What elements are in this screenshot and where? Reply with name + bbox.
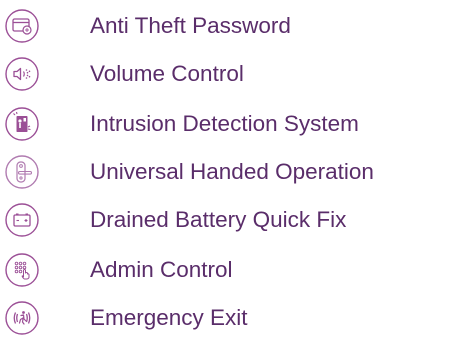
feature-label: Intrusion Detection System — [90, 111, 359, 136]
feature-label: Anti Theft Password — [90, 13, 291, 38]
password-card-icon — [4, 8, 40, 44]
feature-item-universal-handed: Universal Handed Operation — [0, 152, 459, 192]
feature-item-volume-control: Volume Control — [0, 54, 459, 94]
feature-list: Anti Theft Password Volume Control Intru… — [0, 0, 459, 338]
feature-item-emergency-exit: Emergency Exit — [0, 298, 459, 338]
door-handle-icon — [4, 154, 40, 190]
intrusion-alarm-icon — [4, 106, 40, 142]
feature-label: Admin Control — [90, 257, 233, 282]
admin-keypad-icon — [4, 252, 40, 288]
feature-item-anti-theft-password: Anti Theft Password — [0, 6, 459, 46]
battery-icon — [4, 202, 40, 238]
feature-label: Universal Handed Operation — [90, 159, 374, 184]
volume-icon — [4, 56, 40, 92]
emergency-exit-icon — [4, 300, 40, 336]
feature-item-admin-control: Admin Control — [0, 250, 459, 290]
feature-label: Volume Control — [90, 61, 244, 86]
feature-item-drained-battery: Drained Battery Quick Fix — [0, 200, 459, 240]
feature-label: Drained Battery Quick Fix — [90, 207, 347, 232]
feature-item-intrusion-detection: Intrusion Detection System — [0, 104, 459, 144]
feature-label: Emergency Exit — [90, 305, 248, 330]
